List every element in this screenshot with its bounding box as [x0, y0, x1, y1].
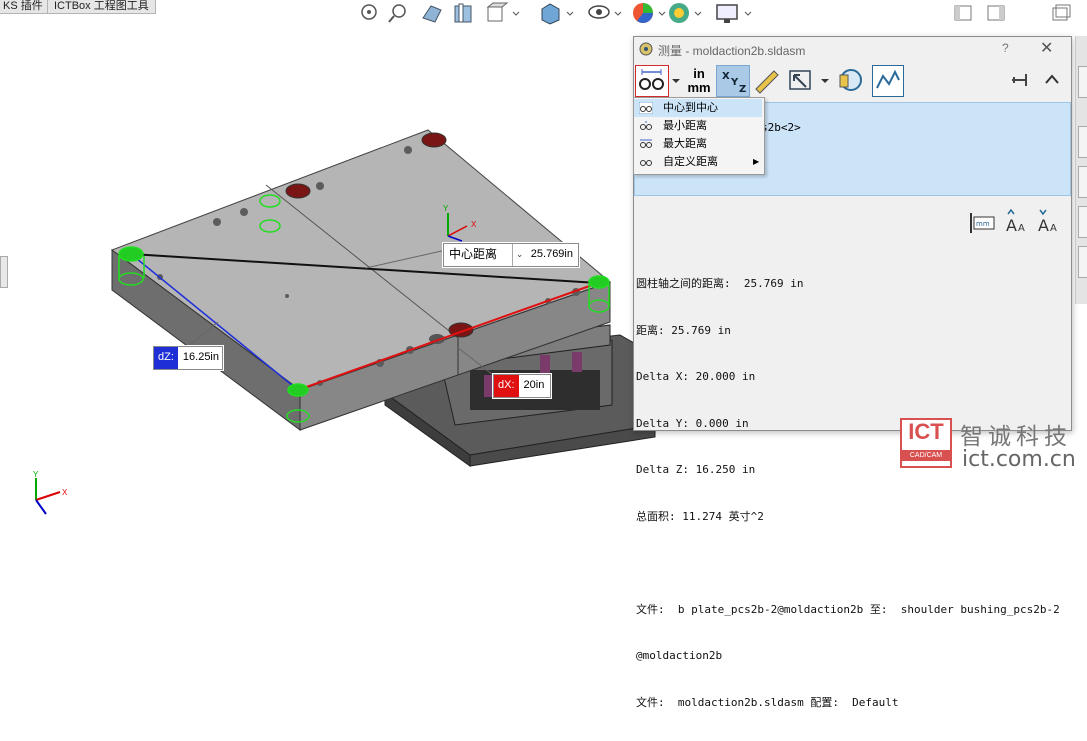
task-pane-tab[interactable] [1078, 126, 1087, 158]
chevron-down-icon [672, 79, 680, 83]
result-line: 圆柱轴之间的距离: 25.769 in [636, 277, 804, 290]
result-line [636, 555, 1066, 571]
svg-text:A: A [1038, 216, 1049, 235]
ict-logo: ICT CAD/CAM [900, 418, 952, 468]
dx-tag: dX: [494, 375, 519, 397]
arc-measure-dropdown[interactable] [669, 65, 683, 95]
measure-history-button[interactable] [834, 65, 866, 95]
increase-text-size-icon[interactable]: A A [1006, 209, 1025, 235]
svg-text:mm: mm [976, 220, 990, 228]
triad-y-label: Y [33, 470, 39, 479]
projection-button[interactable] [784, 65, 816, 95]
pin-button[interactable] [1006, 65, 1034, 95]
sensor-graph-icon [876, 69, 900, 89]
svg-text:A: A [1018, 223, 1025, 234]
point-to-point-button[interactable] [750, 65, 782, 95]
chevron-down-icon [821, 79, 829, 83]
custom-distance-icon [640, 160, 652, 166]
svg-text:A: A [1050, 223, 1057, 234]
dz-callout[interactable]: dZ: 16.25in [153, 346, 223, 370]
close-button[interactable]: ✕ [1040, 38, 1053, 58]
part-axis-y-label: Y [443, 204, 449, 213]
dx-callout[interactable]: dX: 20in [493, 374, 551, 398]
measure-dialog: 测量 - moldaction2b.sldasm ? ✕ in mm X Y Z [633, 36, 1072, 709]
dz-tag: dZ: [154, 347, 178, 369]
measure-tool-icon [639, 42, 653, 56]
logo-ict-text: ICT [908, 419, 944, 444]
task-pane-tab[interactable] [1078, 66, 1087, 98]
collapse-button[interactable] [1038, 65, 1066, 95]
result-line: 总面积: 11.274 英寸^2 [636, 509, 764, 523]
menu-item-max-distance[interactable]: 最大距离 [634, 135, 762, 153]
task-pane-strip [1075, 36, 1087, 304]
units-in-label: in [693, 66, 705, 81]
show-xyz-button[interactable]: X Y Z [716, 65, 750, 97]
task-pane-tab[interactable] [1078, 206, 1087, 238]
measure-results: 圆柱轴之间的距离: 25.769 in 距离: 25.769 in Delta … [636, 245, 1066, 741]
result-line: Delta X: 20.000 in [636, 370, 756, 383]
max-distance-icon [640, 139, 652, 148]
svg-text:Z: Z [739, 84, 746, 95]
result-line: 文件: b plate_pcs2b-2@moldaction2b 至: shou… [636, 602, 1060, 616]
triad-x-label: X [62, 488, 68, 497]
ruler-icon [755, 70, 779, 94]
center-to-center-icon [639, 102, 653, 114]
svg-text:A: A [1006, 216, 1017, 235]
reference-triad [35, 478, 61, 515]
dx-value: 20in [523, 379, 545, 391]
measure-mode-menu: 中心到中心 最小距离 最大距离 自定义距离 ▶ [633, 97, 765, 175]
svg-text:Y: Y [730, 77, 739, 88]
menu-item-center-to-center[interactable]: 中心到中心 [634, 99, 762, 117]
display-options: mm A A A A [970, 209, 1057, 235]
dialog-title-bar[interactable]: 测量 - moldaction2b.sldasm ? ✕ [634, 37, 1071, 61]
menu-item-min-distance[interactable]: 最小距离 [634, 117, 762, 135]
task-pane-tab[interactable] [1078, 246, 1087, 278]
units-precision-button[interactable]: in mm [684, 65, 714, 95]
help-button[interactable]: ? [1002, 41, 1009, 55]
units-mm-label: mm [687, 80, 711, 95]
result-line: 距离: 25.769 in [636, 323, 731, 337]
watermark-company-name: 智诚科技 [960, 423, 1072, 449]
projection-dropdown[interactable] [818, 65, 832, 95]
result-line: 文件: moldaction2b.sldasm 配置: Default [636, 695, 899, 709]
center-distance-mode[interactable]: 中心距离 [444, 244, 514, 266]
chevron-up-icon [1045, 74, 1059, 84]
xyz-measure-icon: X Y Z [722, 71, 746, 95]
part-axis-x-label: X [471, 220, 477, 229]
result-line: @moldaction2b [636, 649, 723, 662]
dialog-title: 测量 - moldaction2b.sldasm [658, 44, 806, 58]
center-to-center-icon [639, 69, 664, 90]
watermark-url: ict.com.cn [962, 447, 1076, 472]
logo-cadcam-text: CAD/CAM [902, 450, 950, 461]
history-icon [839, 69, 862, 91]
units-display-icon[interactable]: mm [970, 213, 995, 233]
center-distance-value: 25.769in [530, 248, 573, 260]
submenu-arrow-icon: ▶ [753, 157, 760, 166]
left-panel-collapse[interactable] [0, 256, 8, 288]
min-distance-icon [640, 121, 652, 130]
center-distance-callout[interactable]: 中心距离 ⌄ 25.769in [443, 243, 579, 267]
decrease-text-size-icon[interactable]: A A [1038, 209, 1057, 235]
selection-item[interactable]: s2b<2> [761, 121, 801, 134]
dz-value: 16.25in [182, 351, 219, 363]
task-pane-tab[interactable] [1078, 166, 1087, 198]
pin-icon [1012, 74, 1027, 86]
projection-icon [789, 70, 811, 90]
chevron-down-icon[interactable]: ⌄ [513, 244, 525, 266]
svg-text:X: X [722, 71, 730, 82]
arc-circle-measure-button[interactable] [635, 65, 669, 97]
menu-item-custom-distance[interactable]: 自定义距离 ▶ [634, 153, 762, 171]
sensor-button[interactable] [872, 65, 904, 97]
